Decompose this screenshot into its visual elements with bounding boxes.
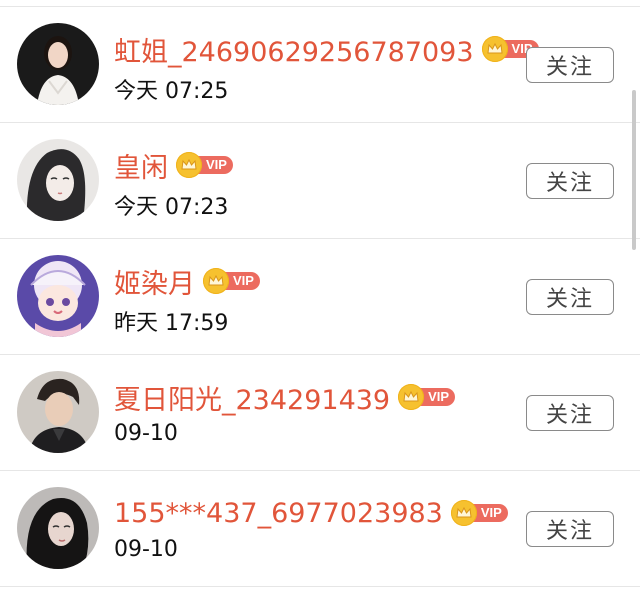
timestamp: 昨天 17:59 [114, 311, 229, 336]
avatar[interactable] [17, 139, 99, 221]
list-item[interactable]: 155***437_6977023983 VIP 09-10 关注 [0, 471, 640, 587]
vip-badge: VIP [203, 268, 260, 294]
timestamp: 今天 07:23 [114, 195, 229, 220]
follow-button[interactable]: 关注 [526, 395, 614, 431]
follower-list-page: 虹姐_24690629256787093 VIP 今天 07:25 关注 皇闲 … [0, 0, 640, 607]
username[interactable]: 虹姐_24690629256787093 [114, 30, 474, 69]
follow-button[interactable]: 关注 [526, 47, 614, 83]
username[interactable]: 155***437_6977023983 [114, 498, 443, 529]
timestamp: 09-10 [114, 421, 178, 446]
list-item[interactable]: 皇闲 VIP 今天 07:23 关注 [0, 123, 640, 239]
follow-button[interactable]: 关注 [526, 163, 614, 199]
username[interactable]: 姬染月 [114, 262, 195, 301]
username[interactable]: 夏日阳光_234291439 [114, 378, 390, 417]
vip-badge: VIP [450, 500, 508, 526]
list-item[interactable]: 虹姐_24690629256787093 VIP 今天 07:25 关注 [0, 7, 640, 123]
avatar-anime-girl-purple-hat-icon [17, 255, 99, 337]
username-line: 夏日阳光_234291439 VIP [114, 377, 456, 417]
timestamp: 今天 07:25 [114, 79, 229, 104]
username-line: 皇闲 VIP [114, 145, 233, 185]
avatar[interactable] [17, 255, 99, 337]
avatar[interactable] [17, 371, 99, 453]
crown-icon [450, 500, 477, 526]
avatar[interactable] [17, 23, 99, 105]
username-line: 155***437_6977023983 VIP [114, 493, 508, 533]
vip-badge: VIP [176, 152, 233, 178]
crown-icon [481, 36, 508, 62]
username[interactable]: 皇闲 [114, 146, 168, 185]
list-item[interactable]: 姬染月 VIP 昨天 17:59 关注 [0, 239, 640, 355]
timestamp: 09-10 [114, 537, 178, 562]
follow-button[interactable]: 关注 [526, 511, 614, 547]
avatar-woman-white-dress-icon [17, 23, 99, 105]
avatar[interactable] [17, 487, 99, 569]
avatar-woman-dark-hair-icon [17, 487, 99, 569]
crown-icon [398, 384, 425, 410]
follow-button[interactable]: 关注 [526, 279, 614, 315]
crown-icon [176, 152, 202, 178]
avatar-illustrated-girl-icon [17, 139, 99, 221]
vip-badge: VIP [398, 384, 456, 410]
scrollbar[interactable] [632, 90, 636, 250]
username-line: 姬染月 VIP [114, 261, 260, 301]
avatar-man-dark-jacket-icon [17, 371, 99, 453]
list-item[interactable]: 夏日阳光_234291439 VIP 09-10 关注 [0, 355, 640, 471]
crown-icon [203, 268, 229, 294]
username-line: 虹姐_24690629256787093 VIP [114, 29, 539, 69]
